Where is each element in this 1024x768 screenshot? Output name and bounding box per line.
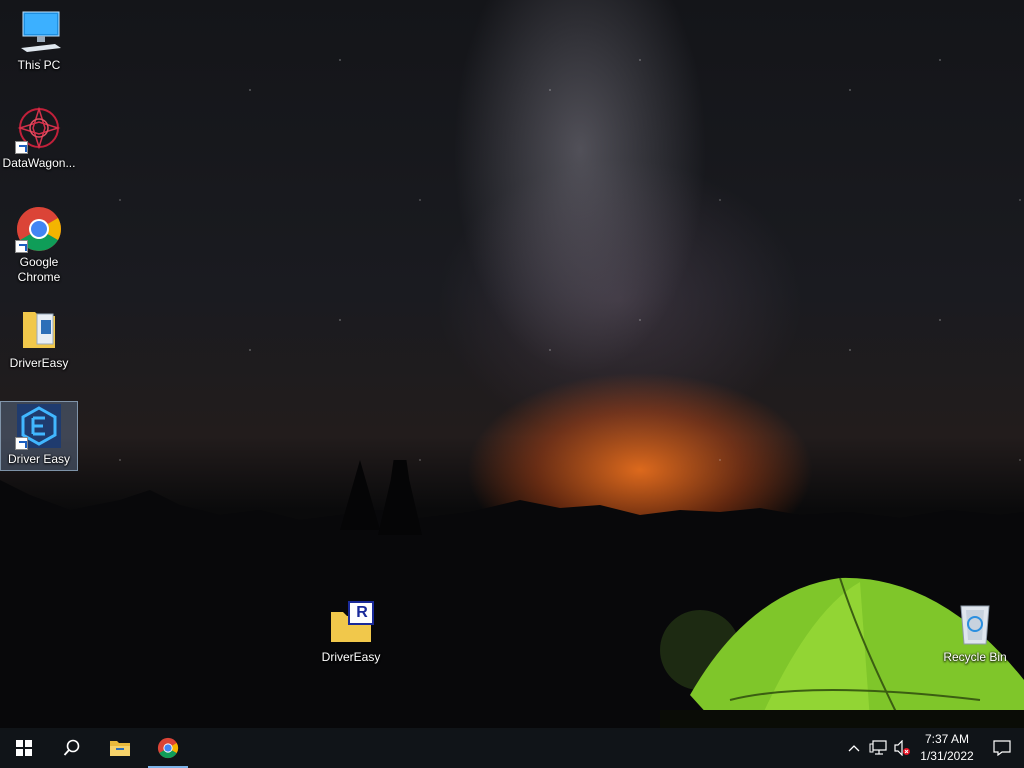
desktop-icon-datawagon[interactable]: DataWagon...: [1, 106, 77, 172]
shortcut-arrow-icon: [15, 141, 28, 154]
taskbar-file-explorer[interactable]: [96, 728, 144, 768]
volume-muted-icon: [894, 740, 910, 756]
network-button[interactable]: [866, 728, 890, 768]
datawagon-icon: [15, 106, 63, 154]
show-hidden-icons-button[interactable]: [842, 728, 866, 768]
desktop-icon-label: DriverEasy: [9, 356, 69, 370]
desktop-icon-google-chrome[interactable]: Google Chrome: [1, 205, 77, 287]
desktop-icon-label: DataWagon...: [2, 156, 76, 170]
system-tray: 7:37 AM 1/31/2022: [842, 728, 1024, 768]
shortcut-arrow-icon: [15, 240, 28, 253]
start-button[interactable]: [0, 728, 48, 768]
network-icon: [869, 740, 887, 755]
folder-icon: [15, 306, 63, 354]
notification-icon: [993, 740, 1011, 756]
driver-easy-app-icon: [15, 402, 63, 450]
desktop-icon-drivereasy-installer[interactable]: R DriverEasy: [313, 600, 389, 666]
recycle-bin-icon: [951, 600, 999, 648]
desktop-wallpaper[interactable]: This PC DataWagon... Google Chrome Drive…: [0, 0, 1024, 728]
taskbar: 7:37 AM 1/31/2022: [0, 728, 1024, 768]
installer-badge: R: [356, 604, 368, 621]
desktop-icon-label: Google Chrome: [17, 255, 61, 284]
desktop-icon-drivereasy-folder[interactable]: DriverEasy: [1, 306, 77, 372]
desktop-icon-label: DriverEasy: [321, 650, 381, 664]
computer-icon: [15, 8, 63, 56]
starry-sky: [0, 0, 1024, 520]
windows-logo-icon: [16, 740, 32, 756]
clock-time: 7:37 AM: [924, 732, 970, 746]
chrome-icon: [157, 737, 179, 759]
desktop-icon-label: This PC: [17, 58, 61, 72]
desktop-icon-label: Driver Easy: [7, 452, 70, 466]
search-icon: [63, 739, 80, 756]
desktop-icon-this-pc[interactable]: This PC: [1, 8, 77, 74]
installer-folder-icon: R: [327, 600, 375, 648]
clock[interactable]: 7:37 AM 1/31/2022: [914, 731, 980, 765]
volume-button[interactable]: [890, 728, 914, 768]
chevron-up-icon: [848, 745, 860, 752]
clock-date: 1/31/2022: [920, 749, 974, 763]
desktop-icon-recycle-bin[interactable]: Recycle Bin: [937, 600, 1013, 666]
taskbar-google-chrome[interactable]: [144, 728, 192, 768]
search-button[interactable]: [48, 728, 96, 768]
desktop-icon-label: Recycle Bin: [943, 650, 1007, 664]
action-center-button[interactable]: [980, 728, 1024, 768]
desktop-icon-driver-easy[interactable]: Driver Easy: [0, 401, 78, 471]
chrome-icon: [15, 205, 63, 253]
shortcut-arrow-icon: [15, 437, 28, 450]
file-explorer-icon: [110, 741, 130, 756]
